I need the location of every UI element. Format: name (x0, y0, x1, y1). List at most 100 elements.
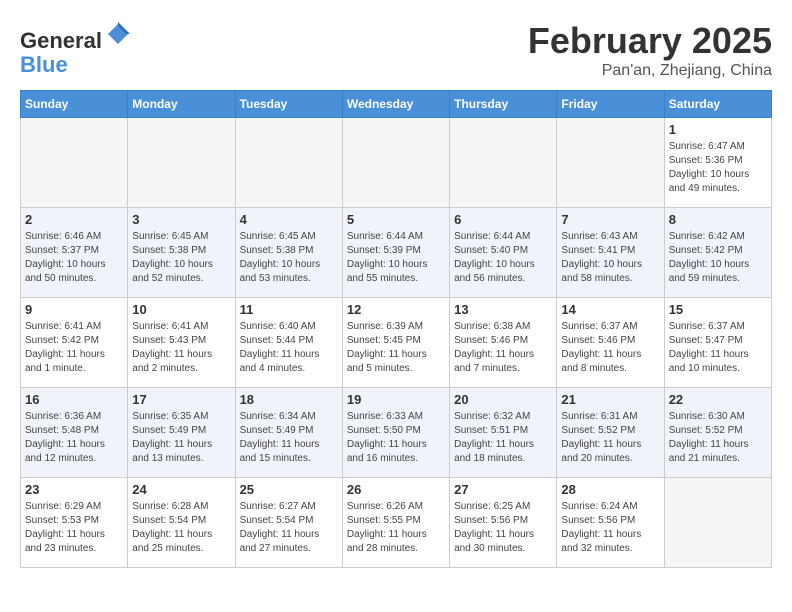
calendar-day-header: Sunday (21, 91, 128, 118)
calendar-week-row: 1 Sunrise: 6:47 AM Sunset: 5:36 PM Daylig… (21, 118, 772, 208)
calendar-day-cell: 7 Sunrise: 6:43 AM Sunset: 5:41 PM Daylig… (557, 208, 664, 298)
day-number: 5 (347, 212, 445, 227)
calendar-header-row: SundayMondayTuesdayWednesdayThursdayFrid… (21, 91, 772, 118)
calendar-week-row: 9Sunrise: 6:41 AM Sunset: 5:42 PM Daylig… (21, 298, 772, 388)
calendar-day-cell: 6Sunrise: 6:44 AM Sunset: 5:40 PM Daylig… (450, 208, 557, 298)
day-number: 27 (454, 482, 552, 497)
calendar-day-cell: 20 Sunrise: 6:32 AM Sunset: 5:51 PM Dayli… (450, 388, 557, 478)
calendar-day-cell: 18 Sunrise: 6:34 AM Sunset: 5:49 PM Dayli… (235, 388, 342, 478)
calendar-table: SundayMondayTuesdayWednesdayThursdayFrid… (20, 90, 772, 568)
logo-general-text: General (20, 28, 102, 53)
day-info: Sunrise: 6:44 AM Sunset: 5:39 PM Dayligh… (347, 230, 445, 286)
calendar-day-cell: 13 Sunrise: 6:38 AM Sunset: 5:46 PM Dayli… (450, 298, 557, 388)
day-number: 28 (561, 482, 659, 497)
day-number: 23 (25, 482, 123, 497)
day-info: Sunrise: 6:28 AM Sunset: 5:54 PM Dayligh… (132, 500, 230, 556)
day-number: 25 (240, 482, 338, 497)
calendar-day-header: Wednesday (342, 91, 449, 118)
calendar-day-cell (342, 118, 449, 208)
day-info: Sunrise: 6:36 AM Sunset: 5:48 PM Dayligh… (25, 410, 123, 466)
location: Pan'an, Zhejiang, China (528, 62, 772, 80)
day-number: 17 (132, 392, 230, 407)
day-info: Sunrise: 6:24 AM Sunset: 5:56 PM Dayligh… (561, 500, 659, 556)
calendar-week-row: 2 Sunrise: 6:46 AM Sunset: 5:37 PM Daylig… (21, 208, 772, 298)
day-info: Sunrise: 6:31 AM Sunset: 5:52 PM Dayligh… (561, 410, 659, 466)
calendar-day-cell: 11 Sunrise: 6:40 AM Sunset: 5:44 PM Dayli… (235, 298, 342, 388)
calendar-day-cell: 14 Sunrise: 6:37 AM Sunset: 5:46 PM Dayli… (557, 298, 664, 388)
calendar-day-cell (21, 118, 128, 208)
day-number: 18 (240, 392, 338, 407)
day-info: Sunrise: 6:38 AM Sunset: 5:46 PM Dayligh… (454, 320, 552, 376)
calendar-day-cell: 21 Sunrise: 6:31 AM Sunset: 5:52 PM Dayli… (557, 388, 664, 478)
calendar-week-row: 23Sunrise: 6:29 AM Sunset: 5:53 PM Dayli… (21, 478, 772, 568)
month-title: February 2025 (528, 20, 772, 62)
calendar-day-cell: 12 Sunrise: 6:39 AM Sunset: 5:45 PM Dayli… (342, 298, 449, 388)
calendar-day-cell: 23Sunrise: 6:29 AM Sunset: 5:53 PM Dayli… (21, 478, 128, 568)
day-number: 14 (561, 302, 659, 317)
calendar-week-row: 16 Sunrise: 6:36 AM Sunset: 5:48 PM Dayli… (21, 388, 772, 478)
calendar-day-cell: 9Sunrise: 6:41 AM Sunset: 5:42 PM Daylig… (21, 298, 128, 388)
day-number: 16 (25, 392, 123, 407)
day-info: Sunrise: 6:27 AM Sunset: 5:54 PM Dayligh… (240, 500, 338, 556)
day-info: Sunrise: 6:46 AM Sunset: 5:37 PM Dayligh… (25, 230, 123, 286)
day-number: 6 (454, 212, 552, 227)
day-info: Sunrise: 6:34 AM Sunset: 5:49 PM Dayligh… (240, 410, 338, 466)
day-number: 22 (669, 392, 767, 407)
calendar-day-cell: 15 Sunrise: 6:37 AM Sunset: 5:47 PM Dayli… (664, 298, 771, 388)
day-info: Sunrise: 6:37 AM Sunset: 5:46 PM Dayligh… (561, 320, 659, 376)
day-number: 12 (347, 302, 445, 317)
calendar-day-cell: 2 Sunrise: 6:46 AM Sunset: 5:37 PM Daylig… (21, 208, 128, 298)
calendar-day-cell (664, 478, 771, 568)
day-number: 11 (240, 302, 338, 317)
day-number: 13 (454, 302, 552, 317)
day-info: Sunrise: 6:39 AM Sunset: 5:45 PM Dayligh… (347, 320, 445, 376)
calendar-day-cell: 3 Sunrise: 6:45 AM Sunset: 5:38 PM Daylig… (128, 208, 235, 298)
day-number: 7 (561, 212, 659, 227)
day-number: 8 (669, 212, 767, 227)
logo-icon (104, 20, 132, 48)
calendar-day-cell: 24 Sunrise: 6:28 AM Sunset: 5:54 PM Dayli… (128, 478, 235, 568)
day-number: 4 (240, 212, 338, 227)
day-number: 3 (132, 212, 230, 227)
day-number: 26 (347, 482, 445, 497)
logo-blue-text: Blue (20, 52, 68, 77)
day-info: Sunrise: 6:26 AM Sunset: 5:55 PM Dayligh… (347, 500, 445, 556)
calendar-day-cell: 22 Sunrise: 6:30 AM Sunset: 5:52 PM Dayli… (664, 388, 771, 478)
day-number: 2 (25, 212, 123, 227)
day-number: 19 (347, 392, 445, 407)
calendar-day-cell: 16 Sunrise: 6:36 AM Sunset: 5:48 PM Dayli… (21, 388, 128, 478)
day-number: 24 (132, 482, 230, 497)
calendar-day-header: Tuesday (235, 91, 342, 118)
day-info: Sunrise: 6:45 AM Sunset: 5:38 PM Dayligh… (240, 230, 338, 286)
day-info: Sunrise: 6:30 AM Sunset: 5:52 PM Dayligh… (669, 410, 767, 466)
day-info: Sunrise: 6:47 AM Sunset: 5:36 PM Dayligh… (669, 140, 767, 196)
calendar-day-header: Monday (128, 91, 235, 118)
calendar-day-header: Friday (557, 91, 664, 118)
day-info: Sunrise: 6:37 AM Sunset: 5:47 PM Dayligh… (669, 320, 767, 376)
day-info: Sunrise: 6:41 AM Sunset: 5:43 PM Dayligh… (132, 320, 230, 376)
calendar-day-cell: 19 Sunrise: 6:33 AM Sunset: 5:50 PM Dayli… (342, 388, 449, 478)
calendar-day-cell (450, 118, 557, 208)
calendar-day-cell: 17 Sunrise: 6:35 AM Sunset: 5:49 PM Dayli… (128, 388, 235, 478)
day-number: 15 (669, 302, 767, 317)
calendar-day-header: Saturday (664, 91, 771, 118)
day-info: Sunrise: 6:43 AM Sunset: 5:41 PM Dayligh… (561, 230, 659, 286)
day-number: 10 (132, 302, 230, 317)
day-info: Sunrise: 6:40 AM Sunset: 5:44 PM Dayligh… (240, 320, 338, 376)
calendar-day-cell: 27Sunrise: 6:25 AM Sunset: 5:56 PM Dayli… (450, 478, 557, 568)
calendar-day-cell: 28 Sunrise: 6:24 AM Sunset: 5:56 PM Dayli… (557, 478, 664, 568)
day-info: Sunrise: 6:33 AM Sunset: 5:50 PM Dayligh… (347, 410, 445, 466)
day-number: 9 (25, 302, 123, 317)
day-info: Sunrise: 6:45 AM Sunset: 5:38 PM Dayligh… (132, 230, 230, 286)
day-number: 20 (454, 392, 552, 407)
calendar-day-cell: 25 Sunrise: 6:27 AM Sunset: 5:54 PM Dayli… (235, 478, 342, 568)
title-section: February 2025 Pan'an, Zhejiang, China (528, 20, 772, 80)
day-info: Sunrise: 6:35 AM Sunset: 5:49 PM Dayligh… (132, 410, 230, 466)
day-number: 21 (561, 392, 659, 407)
calendar-day-cell: 5 Sunrise: 6:44 AM Sunset: 5:39 PM Daylig… (342, 208, 449, 298)
day-info: Sunrise: 6:32 AM Sunset: 5:51 PM Dayligh… (454, 410, 552, 466)
calendar-day-cell: 1 Sunrise: 6:47 AM Sunset: 5:36 PM Daylig… (664, 118, 771, 208)
calendar-day-cell: 10 Sunrise: 6:41 AM Sunset: 5:43 PM Dayli… (128, 298, 235, 388)
day-number: 1 (669, 122, 767, 137)
calendar-day-cell (128, 118, 235, 208)
